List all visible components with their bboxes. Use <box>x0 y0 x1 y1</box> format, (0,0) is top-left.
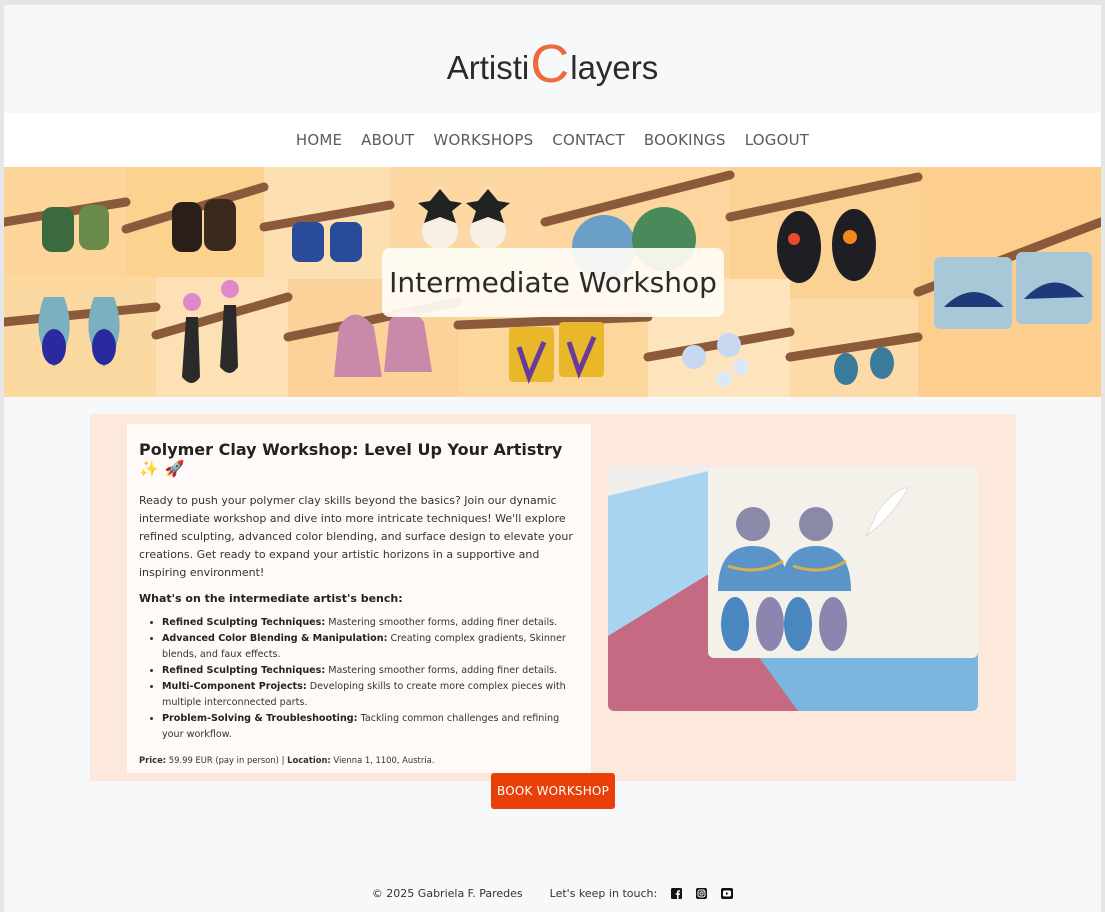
logo-text-part2: layers <box>570 48 659 86</box>
technique-list: Refined Sculpting Techniques: Mastering … <box>139 615 579 743</box>
nav-contact[interactable]: CONTACT <box>552 131 625 149</box>
workshop-photo <box>608 466 978 711</box>
hero-title: Intermediate Workshop <box>382 248 724 317</box>
list-item: Advanced Color Blending & Manipulation: … <box>162 631 579 663</box>
logo-area: Artisti C layers <box>4 5 1101 113</box>
facebook-icon[interactable] <box>671 887 683 899</box>
price-location: Price: 59.99 EUR (pay in person) | Locat… <box>139 755 579 765</box>
list-item: Problem-Solving & Troubleshooting: Tackl… <box>162 711 579 743</box>
footer: © 2025 Gabriela F. Paredes Let's keep in… <box>4 882 1101 904</box>
price-label: Price: <box>139 755 167 765</box>
youtube-icon[interactable] <box>721 887 734 899</box>
page-frame: Artisti C layers HOME ABOUT WORKSHOPS CO… <box>4 5 1101 912</box>
workshop-card: Polymer Clay Workshop: Level Up Your Art… <box>127 424 591 773</box>
list-item: Refined Sculpting Techniques: Mastering … <box>162 615 579 631</box>
site-logo[interactable]: Artisti C layers <box>446 34 659 95</box>
hero-banner: Intermediate Workshop <box>4 167 1101 397</box>
keep-in-touch-text: Let's keep in touch: <box>549 886 658 900</box>
workshop-section: Polymer Clay Workshop: Level Up Your Art… <box>90 414 1016 781</box>
list-item: Multi-Component Projects: Developing ski… <box>162 679 579 711</box>
nav-logout[interactable]: LOGOUT <box>745 131 809 149</box>
logo-text-c: C <box>530 34 570 95</box>
workshop-heading: Polymer Clay Workshop: Level Up Your Art… <box>139 440 563 478</box>
instagram-icon[interactable] <box>696 887 708 899</box>
nav-bookings[interactable]: BOOKINGS <box>644 131 726 149</box>
book-workshop-button[interactable]: BOOK WORKSHOP <box>491 773 615 809</box>
price-value: 59.99 EUR (pay in person) | <box>166 755 288 765</box>
social-links <box>671 887 734 899</box>
workshop-intro: Ready to push your polymer clay skills b… <box>139 494 573 579</box>
bench-heading: What's on the intermediate artist's benc… <box>139 592 403 605</box>
main-nav: HOME ABOUT WORKSHOPS CONTACT BOOKINGS LO… <box>4 113 1101 167</box>
logo-text-part1: Artisti <box>446 48 530 86</box>
list-item: Refined Sculpting Techniques: Mastering … <box>162 663 579 679</box>
location-label: Location: <box>287 755 331 765</box>
nav-workshops[interactable]: WORKSHOPS <box>433 131 533 149</box>
location-value: Vienna 1, 1100, Austria. <box>330 755 435 765</box>
nav-about[interactable]: ABOUT <box>361 131 414 149</box>
nav-home[interactable]: HOME <box>296 131 342 149</box>
copyright-text: © 2025 Gabriela F. Paredes <box>371 886 523 900</box>
